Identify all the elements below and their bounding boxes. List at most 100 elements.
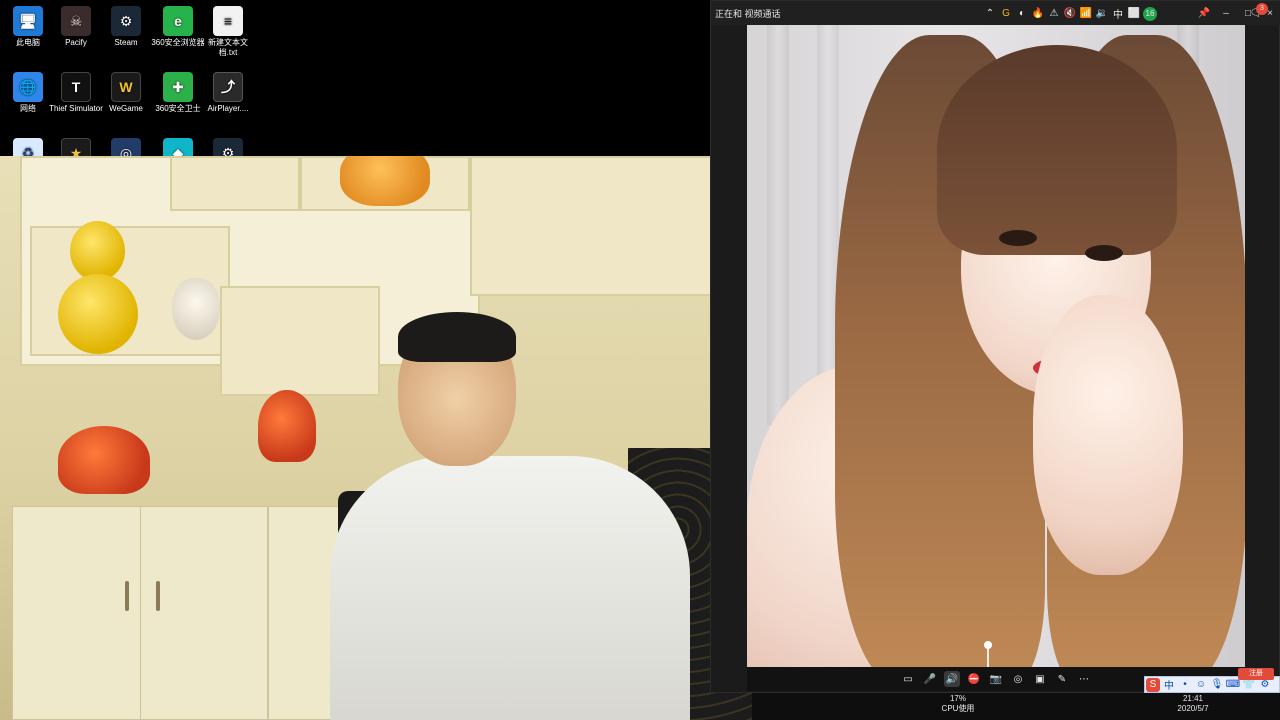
buddha-statue — [340, 156, 430, 206]
clock[interactable]: 21:41 2020/5/7 — [1170, 694, 1216, 714]
cabinet-handle — [125, 581, 129, 611]
ime-badge[interactable]: 注册 — [1238, 668, 1274, 680]
fire-icon[interactable]: 🔥 — [1031, 7, 1045, 21]
mask-figure — [172, 278, 220, 340]
desktop-icon-new-text-file[interactable]: ≡ 新建文本文档.txt — [200, 6, 256, 58]
effects-icon: ◎ — [1013, 673, 1023, 685]
more-button[interactable]: ⋯ — [1076, 671, 1092, 687]
helmet-figure — [58, 426, 150, 494]
person-hand — [1033, 295, 1183, 575]
computer-icon: 🖥 — [13, 6, 43, 36]
network-icon: 🌐 — [13, 72, 43, 102]
desktop-icon-360-security[interactable]: ✚ 360安全卫士 — [150, 72, 206, 114]
effects-button[interactable]: ◎ — [1010, 671, 1026, 687]
microphone-button[interactable]: 🎤 — [922, 671, 938, 687]
voice-input-icon[interactable]: 🎙 — [1210, 678, 1224, 692]
network-icon[interactable]: 📶 — [1079, 7, 1093, 21]
microphone-icon: 🎤 — [923, 673, 937, 685]
person-eye-left — [999, 230, 1037, 246]
screenshot-icon: 📷 — [989, 673, 1003, 685]
camera-button[interactable]: ⛔ — [966, 671, 982, 687]
desktop-icon-label: 360安全浏览器 — [151, 38, 205, 47]
desktop-icon-label: 360安全卫士 — [155, 104, 201, 113]
helmet-figure — [258, 390, 316, 462]
edit-button[interactable]: ✎ — [1054, 671, 1070, 687]
desktop-icon-steam[interactable]: ⚙ Steam — [98, 6, 154, 48]
person-shirt — [330, 456, 690, 720]
volume-track — [987, 647, 989, 667]
desktop-icon-pacify[interactable]: ☠ Pacify — [48, 6, 104, 48]
airplayer-icon: ⤴ — [213, 72, 243, 102]
desktop-icon-wegame[interactable]: W WeGame — [98, 72, 154, 114]
minimize-button[interactable]: – — [1215, 1, 1237, 25]
local-webcam-feed — [0, 156, 752, 720]
speaker-icon: 🔊 — [945, 673, 959, 685]
wegame-icon: W — [111, 72, 141, 102]
curtain-fold — [767, 25, 789, 425]
person-hair — [398, 312, 516, 362]
speaker-button[interactable]: 🔊 — [944, 671, 960, 687]
cpu-usage-readout: 17% CPU使用 — [936, 694, 980, 714]
desktop-icon-label: Pacify — [65, 38, 87, 47]
shelf-compartment — [170, 156, 300, 211]
window-tray-icon[interactable]: ⬜ — [1127, 7, 1141, 21]
google-icon[interactable]: G — [999, 7, 1013, 21]
person-bangs — [937, 45, 1177, 255]
edit-icon: ✎ — [1057, 673, 1067, 685]
thief-simulator-icon: T — [61, 72, 91, 102]
alert-icon[interactable]: ⚠ — [1047, 7, 1061, 21]
cabinet-door — [12, 506, 142, 720]
volume-handle[interactable] — [984, 641, 992, 649]
remote-video-feed[interactable] — [747, 25, 1245, 667]
360-browser-icon: e — [163, 6, 193, 36]
volume-slider[interactable] — [983, 641, 993, 667]
cpu-percent: 17% — [949, 694, 966, 703]
desktop-icon-label: Steam — [114, 38, 138, 47]
camera-off-icon: ⛔ — [967, 673, 981, 685]
layout-icon: ▣ — [1035, 673, 1045, 685]
call-title: 正在和 视频通话 — [715, 8, 781, 19]
gourd-figure — [58, 274, 138, 354]
cpu-label: CPU使用 — [941, 704, 975, 713]
text-file-icon: ≡ — [213, 6, 243, 36]
steam-icon: ⚙ — [111, 6, 141, 36]
person-eye-right — [1085, 245, 1123, 261]
badge-count-icon[interactable]: 16 — [1143, 6, 1157, 21]
more-icon: ⋯ — [1079, 673, 1089, 685]
ime-language-icon[interactable]: 中 — [1162, 678, 1176, 692]
desktop-icon-label: WeGame — [109, 104, 143, 113]
show-hidden-icons-icon[interactable]: ⌃ — [983, 7, 997, 21]
chat-button[interactable]: ▭ — [900, 671, 916, 687]
app-tray-icon[interactable]: ◐ — [1015, 7, 1029, 21]
360-security-icon: ✚ — [163, 72, 193, 102]
desktop-icon-label: AirPlayer.... — [207, 104, 249, 113]
desktop-icon-label: 新建文本文档.txt — [208, 38, 248, 57]
volume-icon[interactable]: 🔉 — [1095, 7, 1109, 21]
pin-icon: 📌 — [1197, 7, 1211, 19]
clock-time: 21:41 — [1182, 694, 1204, 703]
desktop-icon-airplayer[interactable]: ⤴ AirPlayer.... — [200, 72, 256, 114]
system-tray: ⌃ G ◐ 🔥 ⚠ 🔇 📶 🔉 中 ⬜ 16 — [982, 0, 1158, 27]
gourd-figure — [70, 221, 125, 281]
clock-date: 2020/5/7 — [1177, 704, 1209, 713]
desktop-icon-thief-simulator[interactable]: T Thief Simulator — [48, 72, 104, 114]
emoji-icon[interactable]: ☺ — [1194, 678, 1208, 692]
pin-button[interactable]: 📌 — [1193, 1, 1215, 25]
cabinet-handle — [156, 581, 160, 611]
notifications-count: 3 — [1256, 2, 1268, 15]
screenshot-button[interactable]: 📷 — [988, 671, 1004, 687]
video-call-window: 正在和 视频通话 📌 – □ × ▭ 🎤 🔊 ⛔ 📷 ◎ ▣ ✎ ⋯ — [710, 0, 1280, 693]
pacify-icon: ☠ — [61, 6, 91, 36]
desktop-icon-360-browser[interactable]: e 360安全浏览器 — [150, 6, 206, 48]
chat-icon: ▭ — [903, 673, 913, 685]
layout-button[interactable]: ▣ — [1032, 671, 1048, 687]
shelf-compartment — [220, 286, 380, 396]
desktop-icon-label: Thief Simulator — [49, 104, 103, 113]
notifications-area: 🗨 3 — [1248, 0, 1269, 27]
sogou-icon[interactable]: S — [1146, 677, 1160, 692]
minimize-icon: – — [1223, 7, 1229, 19]
cabinet-door — [140, 506, 268, 720]
input-language-icon[interactable]: 中 — [1111, 7, 1125, 21]
punctuation-icon[interactable]: • — [1178, 678, 1192, 692]
mute-icon[interactable]: 🔇 — [1063, 7, 1077, 21]
